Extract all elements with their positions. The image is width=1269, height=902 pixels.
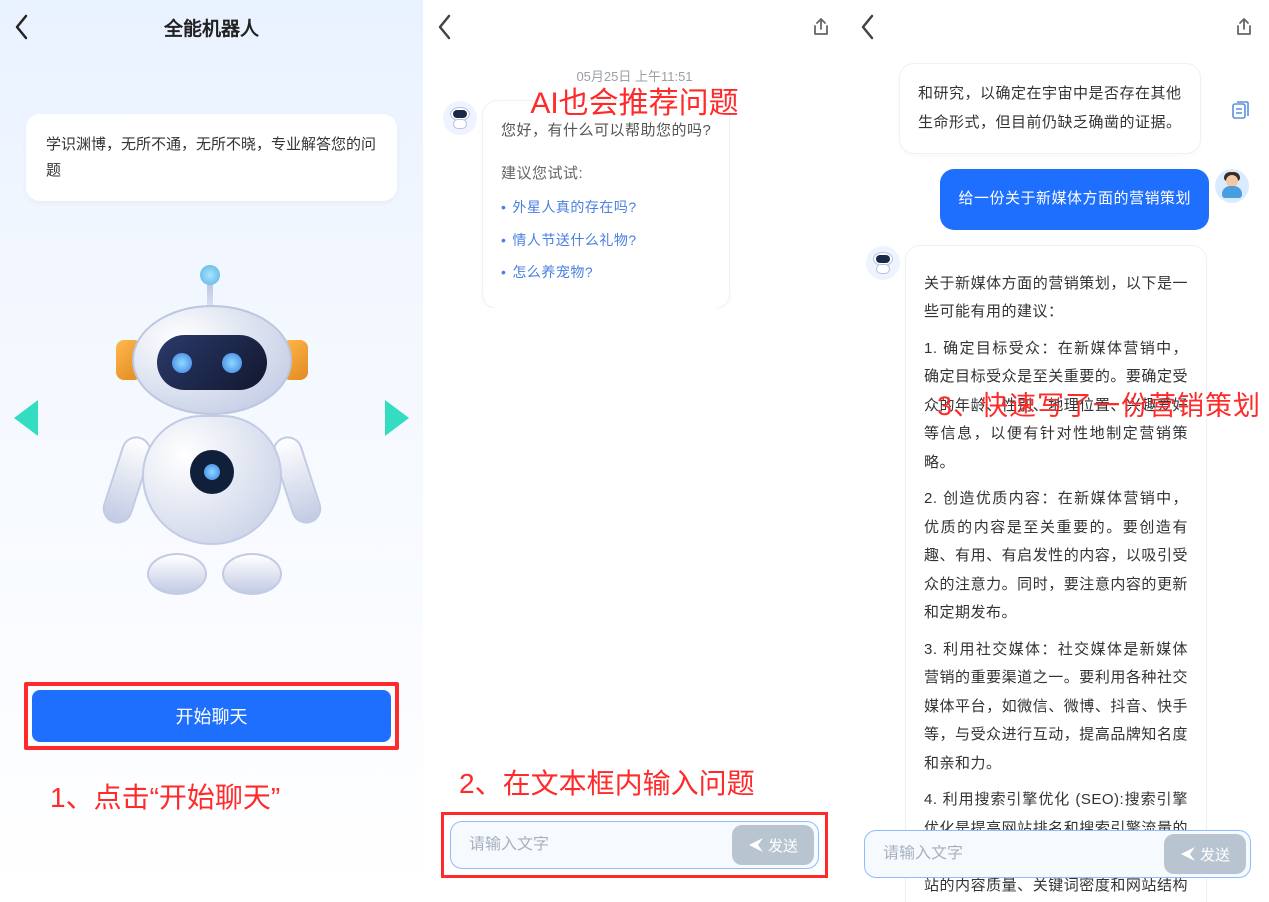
bot-avatar	[866, 246, 900, 280]
user-avatar	[1215, 169, 1249, 203]
chat-input[interactable]	[451, 836, 732, 854]
send-label: 发送	[1200, 844, 1230, 865]
intro-panel: 全能机器人 学识渊博，无所不通，无所不晓，专业解答您的问题 开始聊天 1、点击“…	[0, 0, 423, 902]
bot-greeting-bubble: 您好，有什么可以帮助您的吗? 建议您试试: 外星人真的存在吗? 情人节送什么礼物…	[483, 101, 729, 308]
back-icon[interactable]	[437, 14, 453, 40]
share-icon[interactable]	[1233, 16, 1255, 38]
bot-message-bubble: 和研究，以确定在宇宙中是否存在其他生命形式，但目前仍缺乏确凿的证据。	[900, 64, 1200, 153]
input-highlight: 发送	[441, 812, 828, 878]
topbar: 全能机器人	[0, 0, 423, 54]
bot-avatar	[443, 101, 477, 135]
back-icon[interactable]	[14, 14, 30, 40]
annotation-step-2: 2、在文本框内输入问题	[459, 762, 755, 802]
user-message-bubble: 给一份关于新媒体方面的营销策划	[940, 169, 1209, 230]
chat-input-bar: 发送	[450, 821, 819, 869]
send-button[interactable]: 发送	[732, 825, 814, 865]
bot-message-bubble: 关于新媒体方面的营销策划，以下是一些可能有用的建议： 1. 确定目标受众：在新媒…	[906, 246, 1206, 902]
bot-message-row: 关于新媒体方面的营销策划，以下是一些可能有用的建议： 1. 确定目标受众：在新媒…	[860, 246, 1255, 902]
topbar	[846, 0, 1269, 54]
bot-text: 3. 利用社交媒体：社交媒体是新媒体营销的重要渠道之一。要利用各种社交媒体平台，…	[924, 636, 1188, 779]
bot-message-row: 您好，有什么可以帮助您的吗? 建议您试试: 外星人真的存在吗? 情人节送什么礼物…	[437, 101, 832, 308]
chat-panel-suggestions: 05月25日 上午11:51 AI也会推荐问题 您好，有什么可以帮助您的吗? 建…	[423, 0, 846, 902]
topbar	[423, 0, 846, 54]
bot-message-row: 和研究，以确定在宇宙中是否存在其他生命形式，但目前仍缺乏确凿的证据。	[860, 64, 1255, 153]
suggestion-item[interactable]: 外星人真的存在吗?	[501, 194, 711, 221]
send-button[interactable]: 发送	[1164, 834, 1246, 874]
suggestion-item[interactable]: 情人节送什么礼物?	[501, 227, 711, 254]
copy-icon[interactable]	[1229, 100, 1251, 122]
suggestion-heading: 建议您试试:	[501, 160, 711, 189]
chat-input-bar: 发送	[864, 830, 1251, 878]
start-chat-button[interactable]: 开始聊天	[32, 690, 391, 742]
chat-panel-conversation: 和研究，以确定在宇宙中是否存在其他生命形式，但目前仍缺乏确凿的证据。 给一份关于…	[846, 0, 1269, 902]
send-icon	[748, 837, 764, 853]
annotation-step-1: 1、点击“开始聊天”	[50, 776, 280, 816]
suggestion-item[interactable]: 怎么养宠物?	[501, 259, 711, 286]
bot-text: 关于新媒体方面的营销策划，以下是一些可能有用的建议：	[924, 270, 1188, 327]
user-message-row: 给一份关于新媒体方面的营销策划	[860, 169, 1255, 230]
input-wrap: 发送	[864, 830, 1251, 878]
send-label: 发送	[768, 835, 798, 856]
page-title: 全能机器人	[0, 14, 423, 41]
annotation-ai-recommend: AI也会推荐问题	[423, 78, 846, 122]
chat-body: 和研究，以确定在宇宙中是否存在其他生命形式，但目前仍缺乏确凿的证据。 给一份关于…	[846, 48, 1269, 902]
share-icon[interactable]	[810, 16, 832, 38]
send-icon	[1180, 846, 1196, 862]
annotation-step-3: 3、快速写了一份营销策划	[937, 384, 1261, 423]
intro-card: 学识渊博，无所不通，无所不晓，专业解答您的问题	[26, 114, 397, 201]
chat-input[interactable]	[865, 845, 1164, 863]
back-icon[interactable]	[860, 14, 876, 40]
robot-illustration	[0, 270, 423, 630]
bot-text: 2. 创造优质内容：在新媒体营销中，优质的内容是至关重要的。要创造有趣、有用、有…	[924, 485, 1188, 628]
start-button-highlight: 开始聊天	[24, 682, 399, 750]
